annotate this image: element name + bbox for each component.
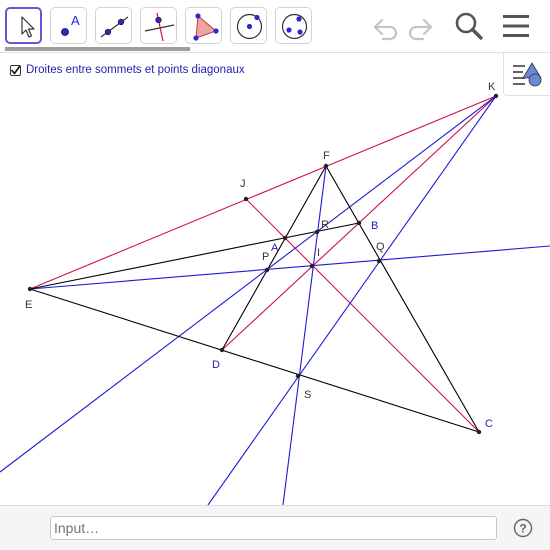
label-S: S — [304, 389, 311, 401]
label-P: P — [262, 251, 269, 263]
point-D — [219, 347, 225, 353]
style-bar-toggle-button[interactable] — [503, 53, 550, 96]
segment-EC — [29, 288, 480, 433]
segment-FC — [325, 165, 480, 433]
undo-button[interactable] — [366, 8, 402, 44]
point-Q — [376, 258, 382, 264]
main-menu-button[interactable] — [498, 8, 534, 44]
label-E: E — [25, 299, 32, 311]
diagonal-lines-checkbox[interactable] — [10, 64, 21, 76]
segment-EB — [29, 222, 360, 290]
point-S — [295, 373, 301, 379]
polygon-icon — [193, 13, 219, 41]
line-through-K-left — [0, 95, 497, 473]
label-F: F — [323, 150, 330, 162]
help-button[interactable]: ? — [513, 518, 533, 538]
toolbar-scroll-indicator — [5, 47, 190, 51]
move-tool-button[interactable] — [5, 7, 42, 44]
label-C: C — [485, 418, 493, 430]
perpendicular-line-icon — [144, 12, 175, 42]
point-tool-letter: A — [71, 13, 80, 28]
label-R: R — [321, 219, 329, 231]
point-icon: A — [61, 13, 80, 36]
search-icon — [455, 12, 483, 40]
toolbar: A — [0, 0, 550, 52]
redo-button[interactable] — [404, 8, 440, 44]
label-K: K — [488, 81, 496, 93]
pointer-icon — [21, 16, 35, 38]
algebra-input-field[interactable] — [50, 516, 497, 540]
segment-FD — [221, 165, 327, 351]
diagonal-lines-checkbox-row[interactable]: Droites entre sommets et points diagonau… — [10, 62, 245, 78]
label-I: I — [317, 247, 320, 259]
help-icon: ? — [513, 518, 533, 538]
polygon-tool-button[interactable] — [185, 7, 222, 44]
point-E — [27, 286, 33, 292]
point-R — [314, 229, 320, 235]
point-F — [323, 163, 329, 169]
line-F-S — [282, 165, 327, 505]
line-tool-button[interactable] — [95, 7, 132, 44]
label-B: B — [371, 220, 378, 232]
geometry-drawing: K F J R B A P I Q E D S C — [0, 81, 550, 505]
label-A: A — [271, 242, 279, 254]
style-bar-icon — [513, 62, 542, 87]
circle-center-point-icon — [236, 13, 263, 40]
circle-center-tool-button[interactable] — [230, 7, 267, 44]
label-D: D — [212, 359, 220, 371]
point-J — [243, 196, 249, 202]
point-P — [264, 267, 270, 273]
checkmark-icon — [11, 65, 21, 74]
input-bar: ? — [0, 505, 550, 550]
label-Q: Q — [376, 241, 385, 253]
line-icon — [100, 16, 129, 38]
point-K — [493, 93, 499, 99]
point-tool-button[interactable]: A — [50, 7, 87, 44]
perpendicular-tool-button[interactable] — [140, 7, 177, 44]
point-A — [282, 235, 288, 241]
label-J: J — [240, 178, 246, 190]
line-through-K-Q — [207, 95, 497, 505]
line-JC — [245, 198, 480, 433]
search-button[interactable] — [451, 8, 487, 44]
point-I — [309, 263, 315, 269]
undo-icon — [373, 18, 398, 41]
hamburger-menu-icon — [503, 15, 529, 37]
svg-text:?: ? — [519, 522, 526, 536]
graphics-view[interactable]: K F J R B A P I Q E D S C — [0, 53, 550, 505]
diagonal-lines-checkbox-label: Droites entre sommets et points diagonau… — [26, 64, 245, 76]
circle-three-points-icon — [281, 13, 308, 40]
redo-icon — [408, 18, 433, 41]
circle-three-points-tool-button[interactable] — [275, 7, 312, 44]
point-C — [476, 429, 482, 435]
point-B — [356, 220, 362, 226]
